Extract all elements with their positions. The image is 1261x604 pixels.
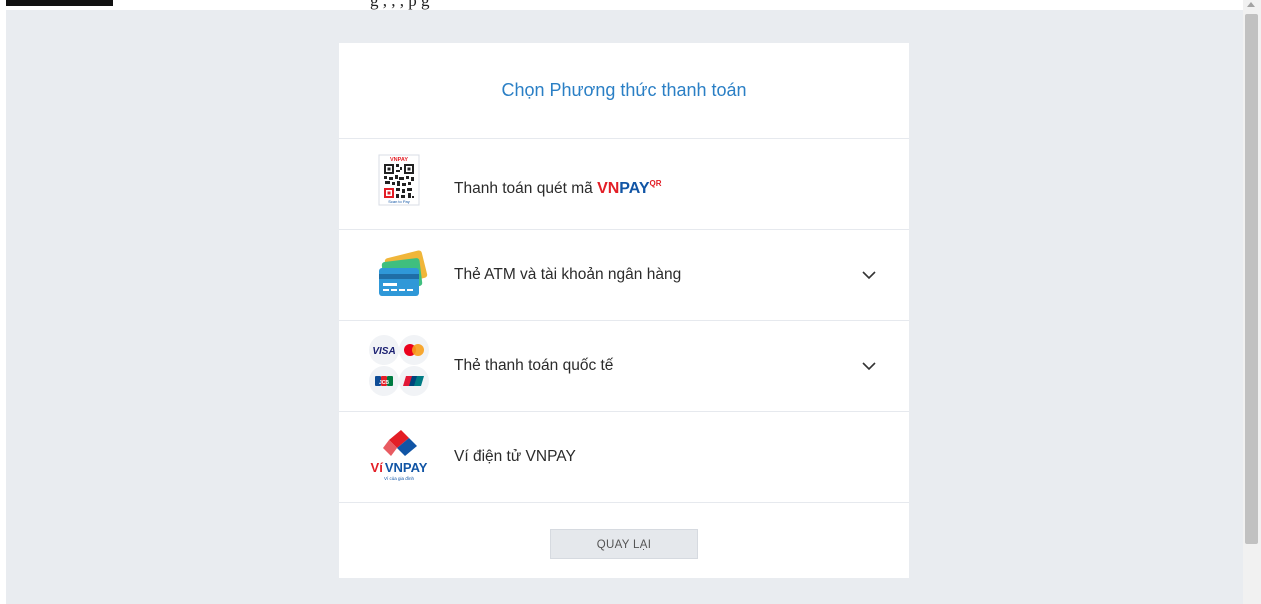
vnpay-wallet-icon: Ví VNPAY Ví của gia đình [371, 430, 428, 481]
method-vnpay-wallet[interactable]: Ví VNPAY Ví của gia đình Ví điện tử VNPAY [339, 412, 909, 503]
method-vnpay-qr[interactable]: VNPAY Scan to Pay Thanh toán quét mã VNP… [339, 139, 909, 230]
scroll-thumb[interactable] [1245, 14, 1258, 544]
bank-cards-icon [379, 250, 428, 296]
qr-caption-top: VNPAY [390, 157, 408, 163]
back-button[interactable]: QUAY LẠI [550, 529, 698, 559]
top-partial-text: g , , , p g [370, 0, 430, 10]
card-brands-icon: VISA JCB [369, 335, 429, 396]
method-label-atm: Thẻ ATM và tài khoản ngân hàng [454, 266, 682, 283]
visa-logo: VISA [372, 346, 395, 357]
payment-method-card: Chọn Phương thức thanh toán VNPAY Scan t… [339, 43, 909, 578]
vnpay-qr-brand: VNPAYQR [597, 179, 662, 197]
method-label-vnpay-qr: Thanh toán quét mã VNPAYQR [454, 139, 662, 234]
method-label-wallet: Ví điện tử VNPAY [454, 448, 576, 465]
vnpay-qr-icon: VNPAY Scan to Pay [378, 154, 420, 206]
logo-tagline: Ví của gia đình [384, 475, 415, 481]
vnpay-qr-text: Thanh toán quét mã [454, 180, 593, 197]
svg-text:VíVNPAY: Ví VNPAY [371, 460, 428, 475]
brand-pay: PAY [619, 180, 650, 197]
top-strip: g , , , p g [0, 0, 1261, 10]
method-label-international: Thẻ thanh toán quốc tế [454, 357, 614, 374]
logo-vnpay: VNPAY [385, 460, 428, 475]
brand-vn: VN [597, 180, 620, 197]
method-atm-bank[interactable]: Thẻ ATM và tài khoản ngân hàng [339, 230, 909, 321]
top-black-block [6, 0, 113, 6]
brand-qr: QR [649, 179, 662, 188]
card-footer: QUAY LẠI [339, 503, 909, 583]
page-title: Chọn Phương thức thanh toán [339, 43, 909, 139]
scroll-up-arrow-icon[interactable] [1247, 2, 1255, 7]
chevron-down-icon[interactable] [860, 357, 878, 375]
logo-vi: Ví [371, 460, 384, 475]
qr-caption-bottom: Scan to Pay [388, 199, 410, 204]
chevron-down-icon[interactable] [860, 266, 878, 284]
vertical-scrollbar[interactable] [1243, 0, 1261, 604]
method-international-card[interactable]: VISA JCB Thẻ thanh toán quốc tế [339, 321, 909, 412]
jcb-logo: JCB [379, 380, 389, 386]
